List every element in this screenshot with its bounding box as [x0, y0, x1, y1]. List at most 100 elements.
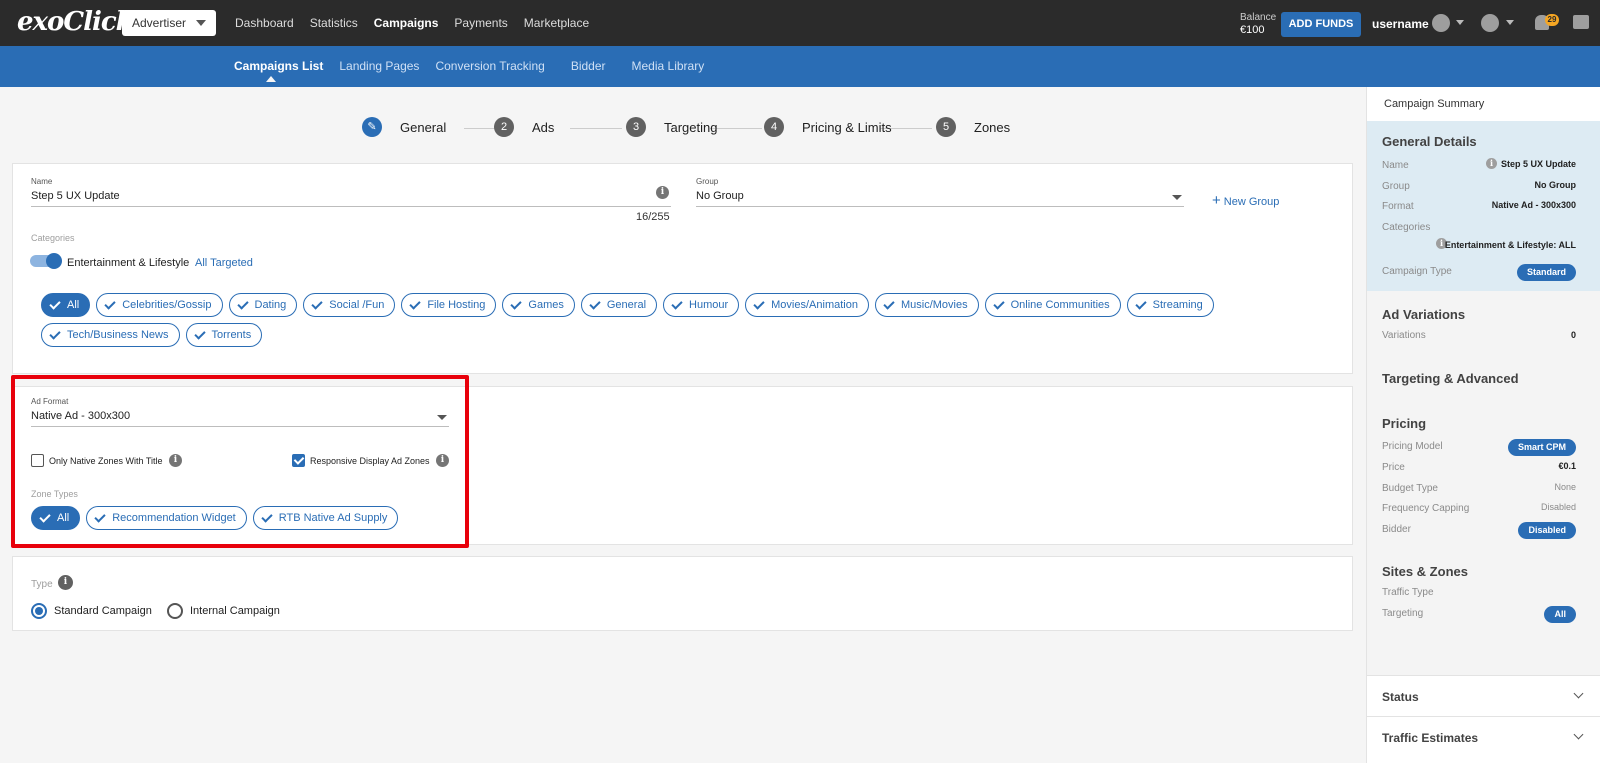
step-targeting[interactable]: 3 Targeting — [626, 117, 717, 137]
check-icon — [104, 297, 116, 310]
category-toggle-label: Entertainment & Lifestyle — [67, 257, 190, 269]
internal-campaign-radio[interactable] — [167, 603, 183, 619]
category-chips: All Celebrities/Gossip Dating Social /Fu… — [41, 293, 1231, 347]
nav-campaigns[interactable]: Campaigns — [374, 16, 439, 30]
group-select[interactable]: No Group — [696, 190, 744, 202]
check-icon — [753, 297, 765, 310]
chevron-down-icon — [1573, 688, 1584, 699]
summary-variations-key: Variations — [1382, 330, 1426, 341]
chip-all[interactable]: All — [41, 293, 91, 317]
summary-variations-value: 0 — [1570, 330, 1576, 340]
chip-label: Celebrities/Gossip — [122, 299, 212, 311]
subnav-bidder[interactable]: Bidder — [571, 59, 606, 73]
chip-online-communities[interactable]: Online Communities — [984, 293, 1121, 317]
username[interactable]: username — [1372, 17, 1429, 31]
check-icon — [193, 327, 206, 340]
info-icon[interactable]: i — [656, 186, 669, 199]
check-icon — [1134, 297, 1147, 310]
chip-games[interactable]: Games — [502, 293, 575, 317]
summary-group-value: No Group — [1534, 180, 1577, 190]
exoclick-logo[interactable]: exoClick — [17, 7, 134, 37]
chip-file-hosting[interactable]: File Hosting — [401, 293, 497, 317]
chip-label: File Hosting — [427, 299, 486, 311]
main-nav: Dashboard Statistics Campaigns Payments … — [235, 16, 605, 30]
general-details-title: General Details — [1382, 134, 1477, 149]
user-menu-caret-icon[interactable] — [1456, 20, 1464, 25]
category-toggle[interactable] — [30, 253, 62, 269]
ad-variations-title: Ad Variations — [1382, 307, 1466, 322]
chip-movies-animation[interactable]: Movies/Animation — [745, 293, 869, 317]
chip-torrents[interactable]: Torrents — [185, 323, 263, 347]
summary-pricing-model-key: Pricing Model — [1382, 441, 1443, 452]
check-icon — [49, 297, 61, 310]
chip-tech-business-news[interactable]: Tech/Business News — [41, 323, 180, 347]
caret-down-icon — [196, 20, 206, 26]
summary-bidder-key: Bidder — [1382, 524, 1411, 535]
new-group-button[interactable]: + New Group — [1212, 192, 1279, 209]
summary-categories-key: Categories — [1382, 222, 1431, 233]
chip-music-movies[interactable]: Music/Movies — [874, 293, 979, 317]
categories-label: Categories — [31, 233, 75, 243]
pricing-title: Pricing — [1382, 416, 1427, 431]
chevron-down-icon — [1573, 729, 1584, 740]
nav-statistics[interactable]: Statistics — [310, 16, 358, 30]
chip-celebrities-gossip[interactable]: Celebrities/Gossip — [96, 293, 223, 317]
chip-streaming[interactable]: Streaming — [1126, 293, 1214, 317]
subnav-active-pointer — [266, 76, 276, 82]
step-ads[interactable]: 2 Ads — [494, 117, 554, 137]
info-icon[interactable]: i — [58, 575, 73, 590]
nav-marketplace[interactable]: Marketplace — [524, 16, 589, 30]
chat-icon[interactable] — [1573, 15, 1589, 29]
highlight-box — [11, 375, 469, 548]
chip-general[interactable]: General — [580, 293, 658, 317]
name-input-underline — [31, 206, 671, 207]
subnav-landing-pages[interactable]: Landing Pages — [339, 59, 419, 73]
step-number: 3 — [626, 117, 646, 137]
role-select[interactable]: Advertiser — [122, 10, 216, 36]
name-char-counter: 16/255 — [636, 211, 670, 223]
summary-traffic-type-key: Traffic Type — [1382, 587, 1434, 598]
step-label: Zones — [974, 119, 1011, 135]
chip-humour[interactable]: Humour — [663, 293, 740, 317]
check-icon — [409, 297, 421, 310]
summary-budget-key: Budget Type — [1382, 483, 1438, 494]
caret-down-icon[interactable] — [1172, 195, 1182, 200]
summary-price-key: Price — [1382, 462, 1405, 473]
nav-dashboard[interactable]: Dashboard — [235, 16, 294, 30]
step-number: 2 — [494, 117, 514, 137]
role-select-value: Advertiser — [132, 16, 187, 30]
language-caret-icon[interactable] — [1506, 20, 1514, 25]
chip-label: Tech/Business News — [67, 329, 169, 341]
step-label: General — [400, 119, 447, 135]
summary-targeting-badge: All — [1544, 606, 1576, 623]
subnav-campaigns-list[interactable]: Campaigns List — [234, 59, 323, 73]
check-icon — [510, 297, 523, 310]
step-general[interactable]: ✎ General — [362, 117, 446, 137]
chip-label: All — [67, 299, 80, 311]
standard-campaign-radio[interactable] — [31, 603, 47, 619]
chip-label: Movies/Animation — [771, 299, 858, 311]
add-funds-button[interactable]: ADD FUNDS — [1281, 12, 1361, 37]
chip-label: Dating — [254, 299, 287, 311]
chip-social-fun[interactable]: Social /Fun — [303, 293, 396, 317]
globe-icon[interactable] — [1481, 14, 1499, 32]
new-group-label: New Group — [1223, 196, 1280, 208]
type-card — [12, 556, 1353, 631]
name-label: Name — [31, 177, 53, 186]
step-number: 5 — [936, 117, 956, 137]
chip-label: Streaming — [1152, 299, 1203, 311]
user-avatar-icon[interactable] — [1432, 14, 1450, 32]
nav-payments[interactable]: Payments — [454, 16, 507, 30]
name-input[interactable]: Step 5 UX Update — [31, 190, 120, 202]
subnav-media-library[interactable]: Media Library — [632, 59, 705, 73]
info-icon[interactable]: i — [1486, 158, 1497, 169]
all-targeted-link[interactable]: All Targeted — [195, 257, 253, 269]
traffic-estimates-accordion[interactable]: Traffic Estimates — [1367, 716, 1600, 756]
step-pricing-limits[interactable]: 4 Pricing & Limits — [764, 117, 892, 137]
top-bar: exoClick Advertiser Dashboard Statistics… — [0, 0, 1600, 46]
status-accordion[interactable]: Status — [1367, 675, 1600, 715]
step-connector — [710, 128, 762, 129]
step-zones[interactable]: 5 Zones — [936, 117, 1010, 137]
chip-dating[interactable]: Dating — [228, 293, 298, 317]
subnav-conversion-tracking[interactable]: Conversion Tracking — [435, 59, 544, 73]
